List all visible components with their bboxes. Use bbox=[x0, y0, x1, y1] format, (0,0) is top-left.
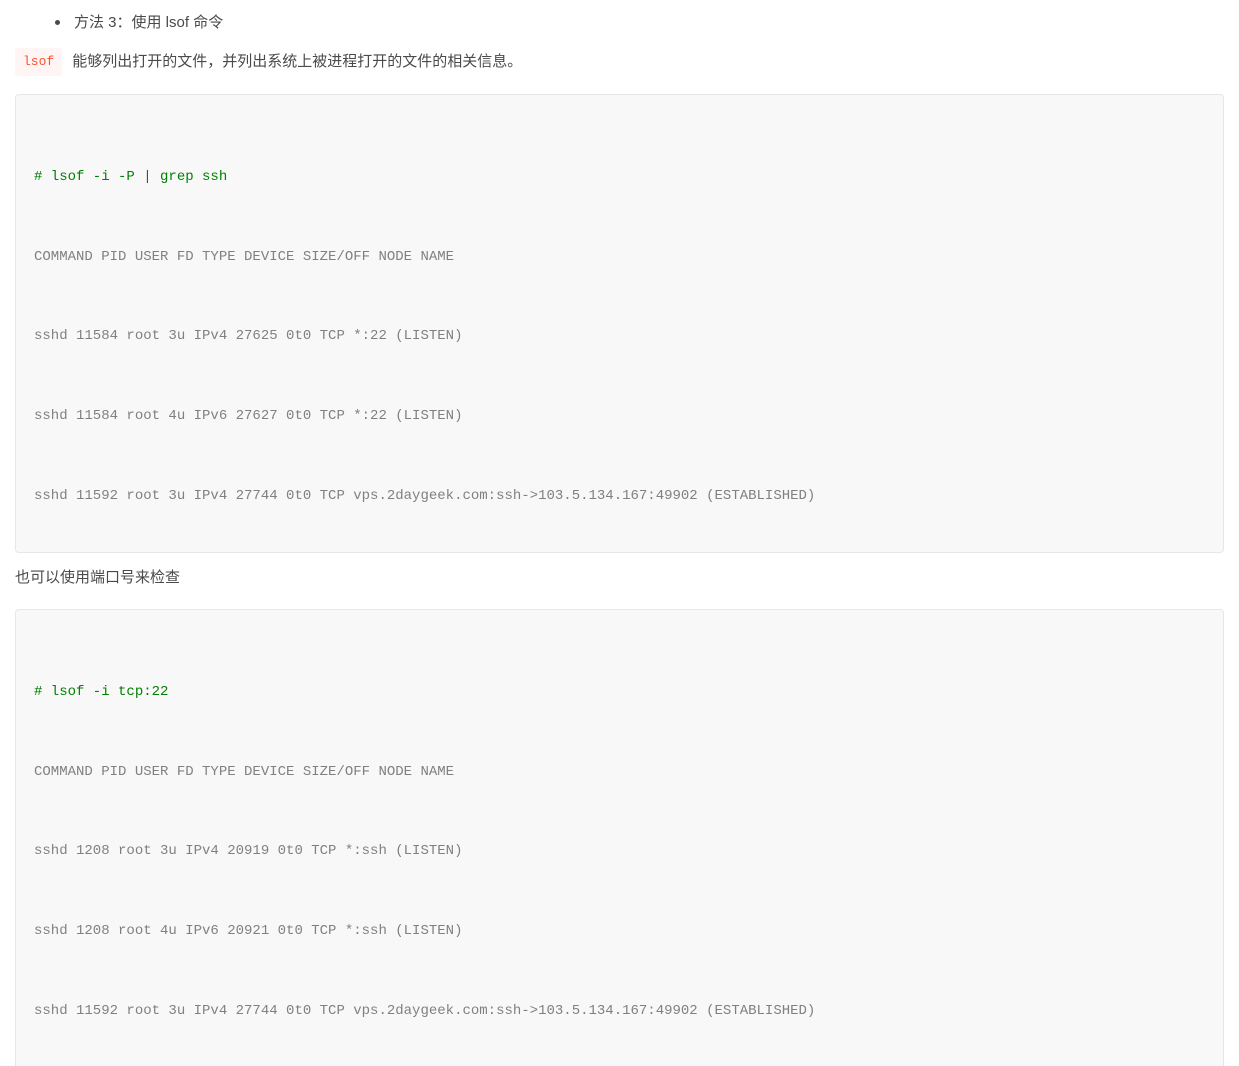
code-line: COMMAND PID USER FD TYPE DEVICE SIZE/OFF… bbox=[34, 759, 1205, 786]
code-line: sshd 11592 root 3u IPv4 27744 0t0 TCP vp… bbox=[34, 483, 1205, 510]
code-line: sshd 1208 root 3u IPv4 20919 0t0 TCP *:s… bbox=[34, 838, 1205, 865]
bullet-item: 方法 3：使用 lsof 命令 bbox=[15, 10, 1224, 36]
code-block-1: # lsof -i -P | grep ssh COMMAND PID USER… bbox=[15, 94, 1224, 554]
mid-paragraph: 也可以使用端口号来检查 bbox=[15, 565, 1224, 591]
code-line: sshd 11584 root 3u IPv4 27625 0t0 TCP *:… bbox=[34, 323, 1205, 350]
code-line: COMMAND PID USER FD TYPE DEVICE SIZE/OFF… bbox=[34, 244, 1205, 271]
code-comment: # lsof -i -P | grep ssh bbox=[34, 164, 1205, 191]
bullet-dot-icon bbox=[55, 20, 60, 25]
intro-text: 能够列出打开的文件，并列出系统上被进程打开的文件的相关信息。 bbox=[72, 49, 522, 75]
code-line: sshd 1208 root 4u IPv6 20921 0t0 TCP *:s… bbox=[34, 918, 1205, 945]
bullet-text: 方法 3：使用 lsof 命令 bbox=[74, 10, 223, 36]
code-comment: # lsof -i tcp:22 bbox=[34, 679, 1205, 706]
code-line: sshd 11584 root 4u IPv6 27627 0t0 TCP *:… bbox=[34, 403, 1205, 430]
intro-paragraph: lsof 能够列出打开的文件，并列出系统上被进程打开的文件的相关信息。 bbox=[15, 48, 1224, 76]
mid-text: 也可以使用端口号来检查 bbox=[15, 565, 180, 591]
code-line: sshd 11592 root 3u IPv4 27744 0t0 TCP vp… bbox=[34, 998, 1205, 1025]
code-block-2: # lsof -i tcp:22 COMMAND PID USER FD TYP… bbox=[15, 609, 1224, 1066]
inline-code: lsof bbox=[15, 48, 62, 76]
